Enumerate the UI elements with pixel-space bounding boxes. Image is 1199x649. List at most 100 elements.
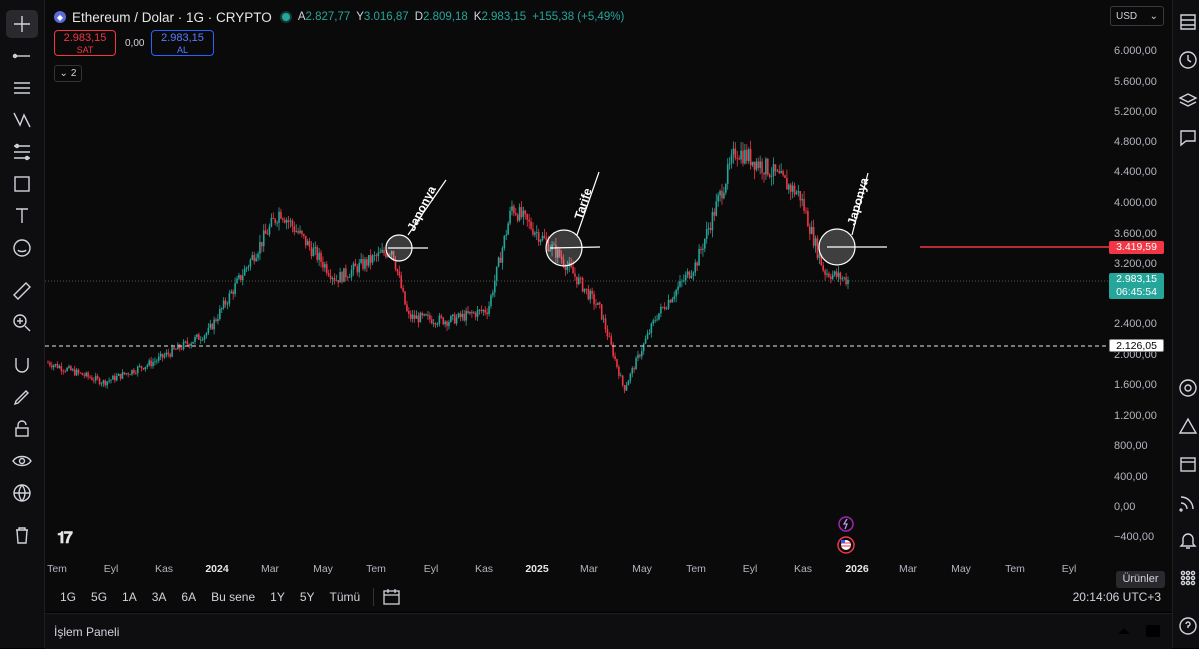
candle-body — [486, 312, 488, 315]
lock-icon[interactable] — [6, 415, 38, 443]
chart-pane[interactable]: Japonya Tarife Japonya — [45, 0, 1172, 612]
watchlist-icon[interactable] — [1177, 10, 1199, 34]
tradingview-logo[interactable]: 𝟏𝟕 — [57, 530, 73, 548]
range-1d-button[interactable]: 1G — [57, 588, 79, 606]
candle-body — [652, 320, 655, 324]
trading-panel: İşlem Paneli — [45, 613, 1172, 649]
candle-body — [186, 341, 189, 345]
help-icon[interactable] — [1177, 614, 1199, 638]
candle-body — [448, 322, 450, 326]
candle-body — [463, 313, 466, 321]
target-icon[interactable] — [1177, 376, 1199, 400]
trash-icon[interactable] — [6, 521, 38, 549]
eye-icon[interactable] — [6, 447, 38, 475]
candle-body — [413, 314, 416, 319]
products-grid-icon[interactable] — [1177, 566, 1199, 590]
candle-body — [415, 315, 418, 319]
range-5d-button[interactable]: 5G — [88, 588, 110, 606]
pattern-tool-icon[interactable] — [6, 106, 38, 134]
notification-bell-icon[interactable] — [1177, 528, 1199, 552]
candle-body — [791, 185, 794, 192]
candle-body — [633, 368, 635, 370]
price-tick-label: 5.600,00 — [1114, 76, 1157, 88]
chevron-up-icon[interactable] — [1115, 623, 1133, 639]
range-5y-button[interactable]: 5Y — [297, 588, 318, 606]
crosshair-icon[interactable] — [6, 10, 38, 38]
candle-body — [803, 199, 805, 211]
horizontal-line-tag: 2.126,05 — [1109, 339, 1164, 352]
candle-body — [159, 353, 162, 357]
trading-panel-tab[interactable]: İşlem Paneli — [54, 625, 119, 639]
candle-body — [669, 300, 672, 303]
candle-body — [178, 344, 181, 349]
candle-body — [163, 355, 166, 358]
range-3m-button[interactable]: 3A — [149, 588, 170, 606]
signal-icon[interactable] — [1177, 490, 1199, 514]
candle-body — [427, 315, 429, 317]
price-tick-label: 400,00 — [1114, 471, 1148, 483]
ohlc-low: D2.809,18 — [414, 11, 468, 23]
candle-body — [436, 323, 439, 325]
candle-body — [492, 292, 494, 296]
candle-body — [665, 308, 668, 310]
candle-body — [446, 321, 448, 326]
symbol-title[interactable]: Ethereum / Dolar · 1G · CRYPTO — [72, 10, 272, 25]
candle-body — [408, 311, 410, 315]
layers-icon[interactable] — [1177, 88, 1199, 112]
fib-tool-icon[interactable] — [6, 138, 38, 166]
ruler-icon[interactable] — [6, 277, 38, 305]
candle-body — [400, 275, 403, 289]
range-6m-button[interactable]: 6A — [178, 588, 199, 606]
globe-icon[interactable] — [6, 479, 38, 507]
candle-body — [474, 312, 477, 317]
currency-select[interactable]: USD ⌄ — [1110, 6, 1164, 26]
drawing-mode-icon[interactable] — [6, 383, 38, 411]
range-1y-button[interactable]: 1Y — [267, 588, 288, 606]
candle-body — [581, 277, 584, 292]
price-chart[interactable]: Japonya Tarife Japonya — [45, 0, 1172, 612]
annotation-text: Japonya — [404, 183, 439, 233]
chat-icon[interactable] — [1177, 126, 1199, 150]
rectangle-tool-icon[interactable] — [6, 170, 38, 198]
candle-body — [742, 150, 744, 164]
calendar-icon[interactable] — [1177, 452, 1199, 476]
range-ytd-button[interactable]: Bu sene — [208, 588, 258, 606]
annotation-tarife: Tarife — [545, 171, 601, 267]
magnet-icon[interactable] — [6, 351, 38, 379]
candle-body — [303, 233, 305, 236]
zoom-in-icon[interactable] — [6, 309, 38, 337]
candle-body — [600, 304, 603, 320]
sell-button[interactable]: 2.983,15 SAT — [54, 30, 116, 56]
maximize-icon[interactable] — [1144, 623, 1162, 639]
candle-body — [222, 300, 225, 309]
products-tooltip: Ürünler — [1116, 571, 1165, 588]
date-range-icon[interactable] — [382, 588, 402, 606]
alerts-clock-icon[interactable] — [1177, 48, 1199, 72]
candle-body — [837, 272, 840, 277]
candle-body — [843, 277, 845, 279]
candle-body — [62, 370, 65, 372]
candle-body — [705, 229, 708, 239]
candle-body — [648, 332, 651, 334]
range-all-button[interactable]: Tümü — [327, 588, 364, 606]
indicators-toggle[interactable]: ⌄ 2 — [54, 65, 82, 82]
emoji-icon[interactable] — [6, 234, 38, 262]
horizontal-lines-icon[interactable] — [6, 74, 38, 102]
candle-body — [356, 266, 359, 273]
candle-body — [816, 238, 819, 258]
candle-body — [266, 233, 269, 235]
candle-body — [589, 290, 592, 300]
candle-body — [711, 212, 714, 231]
candle-body — [751, 161, 754, 166]
buy-button[interactable]: 2.983,15 AL — [151, 30, 214, 56]
candle-body — [514, 213, 517, 215]
ideas-icon[interactable] — [1177, 414, 1199, 438]
candle-body — [812, 226, 815, 246]
price-tick-label: 0,00 — [1114, 501, 1136, 513]
range-1m-button[interactable]: 1A — [119, 588, 140, 606]
candle-body — [608, 336, 611, 338]
candle-body — [440, 315, 443, 318]
text-tool-icon[interactable] — [6, 202, 38, 230]
trend-line-icon[interactable] — [6, 42, 38, 70]
clock-timezone[interactable]: 20:14:06 UTC+3 — [1073, 590, 1161, 604]
